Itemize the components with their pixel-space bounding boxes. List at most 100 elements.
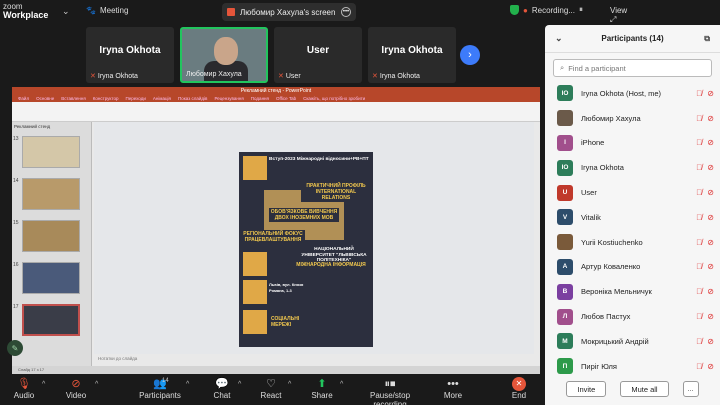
mic-muted-icon: ✕ — [278, 73, 284, 80]
participant-row[interactable]: М Мокрицький Андрій 🎙̸ ⊘ — [545, 329, 720, 354]
pp-window-title: Рекламний стенд - PowerPoint — [12, 87, 540, 95]
participant-name: Вероніка Мельничук — [581, 287, 652, 297]
chevron-up-icon[interactable]: ^ — [340, 381, 343, 388]
fullscreen-icon[interactable]: ⤢ — [610, 15, 616, 24]
video-off-icon[interactable]: ⊘ — [707, 312, 714, 321]
chat-label: Chat — [213, 391, 231, 400]
react-button[interactable]: ♡ React — [258, 377, 284, 400]
mic-muted-icon[interactable]: 🎙̸ — [696, 213, 702, 222]
participants-button[interactable]: 👥 14 Participants — [138, 377, 182, 400]
audio-label: Audio — [13, 391, 35, 400]
participants-panel: ⌄ Participants (14) ⧉ ⌕ Find a participa… — [545, 25, 720, 405]
chevron-up-icon[interactable]: ^ — [288, 381, 291, 388]
chevron-down-icon[interactable]: ⌄ — [62, 6, 70, 17]
mic-muted-icon[interactable]: 🎙̸ — [696, 312, 702, 321]
end-button[interactable]: ✕ End — [508, 377, 530, 400]
video-tile[interactable]: User ✕ User — [274, 27, 362, 83]
more-button[interactable]: ••• More — [440, 377, 466, 400]
video-tile[interactable]: Iryna Okhota ✕ Iryna Okhota — [368, 27, 456, 83]
participant-row[interactable]: U User 🎙̸ ⊘ — [545, 180, 720, 205]
qr-code — [243, 252, 267, 276]
mic-muted-icon[interactable]: 🎙̸ — [696, 114, 702, 123]
mute-all-label: Mute all — [631, 384, 658, 394]
slide-box: ПРАКТИЧНИЙ ПРОФІЛЬ INTERNATIONAL RELATIO… — [301, 182, 371, 202]
participant-row[interactable]: A Артур Коваленко 🎙̸ ⊘ — [545, 255, 720, 280]
qr-code — [243, 156, 267, 180]
video-off-icon[interactable]: ⊘ — [707, 262, 714, 271]
mic-muted-icon[interactable]: 🎙̸ — [696, 89, 702, 98]
chevron-up-icon[interactable]: ^ — [186, 381, 189, 388]
video-off-icon[interactable]: ⊘ — [707, 114, 714, 123]
video-label: Video — [65, 391, 87, 400]
invite-button[interactable]: Invite — [566, 381, 607, 397]
view-button[interactable]: View ⤢ — [610, 6, 627, 25]
mic-muted-icon[interactable]: 🎙̸ — [696, 138, 702, 147]
mic-muted-icon[interactable]: 🎙̸ — [696, 238, 702, 247]
participant-row[interactable]: V Vitalik 🎙̸ ⊘ — [545, 205, 720, 230]
video-off-icon[interactable]: ⊘ — [707, 163, 714, 172]
participant-row[interactable]: B Вероніка Мельничук 🎙̸ ⊘ — [545, 279, 720, 304]
participant-row[interactable]: IO Iryna Okhota (Host, me) 🎙̸ ⊘ — [545, 81, 720, 106]
next-page-arrow-icon[interactable]: › — [460, 45, 480, 65]
pp-tab: Скажіть, що потрібно зробити — [303, 96, 366, 101]
participant-status-icons: 🎙̸ ⊘ — [696, 114, 714, 123]
pp-ribbon — [12, 102, 540, 122]
video-tile-active[interactable]: Любомир Хахула — [180, 27, 268, 83]
chevron-up-icon[interactable]: ^ — [42, 381, 45, 388]
thumb-number: 13 — [13, 136, 19, 142]
pp-slide-panel: Рекламний стенд 13 14 15 16 17 — [12, 122, 92, 366]
more-options-button[interactable]: ... — [682, 381, 699, 397]
mic-muted-icon[interactable]: 🎙̸ — [696, 287, 702, 296]
pause-icon[interactable]: ⏸ — [579, 5, 583, 15]
participant-row[interactable]: IiPhone 🎙̸ ⊘ — [545, 131, 720, 156]
pause-recording-button[interactable]: ⏸⏹ Pause/stop recording — [354, 377, 426, 405]
avatar: V — [557, 209, 573, 226]
participant-row[interactable]: Л Любов Пастух 🎙̸ ⊘ — [545, 304, 720, 329]
video-off-icon[interactable]: ⊘ — [707, 287, 714, 296]
video-off-icon[interactable]: ⊘ — [707, 188, 714, 197]
video-strip: Iryna Okhota ✕ Iryna Okhota Любомир Хахул… — [86, 27, 456, 83]
chevron-up-icon[interactable]: ^ — [238, 381, 241, 388]
video-off-icon[interactable]: ⊘ — [707, 337, 714, 346]
more-icon[interactable]: ••• — [341, 7, 351, 17]
slide-contacts: Львів, вул. Князя Романа, 1-3 — [269, 282, 304, 293]
slide-thumbnail — [22, 262, 80, 294]
chevron-down-icon[interactable]: ⌄ — [555, 33, 563, 44]
audio-button[interactable]: 🎙 Audio — [10, 377, 38, 400]
participant-status-icons: 🎙̸ ⊘ — [696, 362, 714, 371]
tile-name-text: Любомир Хахула — [186, 71, 242, 78]
mute-all-button[interactable]: Mute all — [620, 381, 669, 397]
popout-icon[interactable]: ⧉ — [704, 34, 710, 44]
chat-button[interactable]: 💬 Chat — [210, 377, 234, 400]
participant-row[interactable]: Любомир Хахула 🎙̸ ⊘ — [545, 106, 720, 131]
pen-icon[interactable]: ✎ — [7, 340, 23, 356]
slide-box: РЕГІОНАЛЬНИЙ ФОКУС ПРАЦЕВЛАШТУВАННЯ — [241, 230, 305, 244]
participant-row[interactable]: Yurii Kostiuchenko 🎙̸ ⊘ — [545, 230, 720, 255]
participant-name: Любомир Хахула — [581, 113, 641, 123]
pp-tab: Вставлення — [61, 96, 86, 101]
participant-search-field[interactable]: ⌕ Find a participant — [553, 59, 712, 77]
chevron-up-icon[interactable]: ^ — [95, 381, 98, 388]
video-tile[interactable]: Iryna Okhota ✕ Iryna Okhota — [86, 27, 174, 83]
mic-muted-icon[interactable]: 🎙̸ — [696, 188, 702, 197]
video-button[interactable]: ⊘ Video — [62, 377, 90, 400]
video-off-icon[interactable]: ⊘ — [707, 362, 714, 371]
mic-muted-icon[interactable]: 🎙̸ — [696, 362, 702, 371]
recording-indicator[interactable]: ● Recording... ⏸ — [510, 5, 583, 15]
share-button[interactable]: ⬆ Share — [308, 377, 336, 400]
video-off-icon[interactable]: ⊘ — [707, 138, 714, 147]
mic-muted-icon[interactable]: 🎙̸ — [696, 262, 702, 271]
meeting-info[interactable]: 🐾 Meeting — [86, 6, 128, 15]
participant-row[interactable]: IO Iryna Okhota 🎙̸ ⊘ — [545, 155, 720, 180]
mic-muted-icon: ✕ — [90, 73, 96, 80]
video-off-icon[interactable]: ⊘ — [707, 213, 714, 222]
video-off-icon[interactable]: ⊘ — [707, 238, 714, 247]
mic-muted-icon[interactable]: 🎙̸ — [696, 337, 702, 346]
avatar: М — [557, 333, 573, 350]
avatar — [557, 110, 573, 127]
mic-muted-icon[interactable]: 🎙̸ — [696, 163, 702, 172]
video-off-icon[interactable]: ⊘ — [707, 89, 714, 98]
participant-name: Любов Пастух — [581, 312, 631, 322]
participant-row[interactable]: П Пиріг Юля 🎙̸ ⊘ — [545, 354, 720, 379]
share-status-pill[interactable]: Любомир Хахула's screen ••• — [222, 3, 356, 21]
